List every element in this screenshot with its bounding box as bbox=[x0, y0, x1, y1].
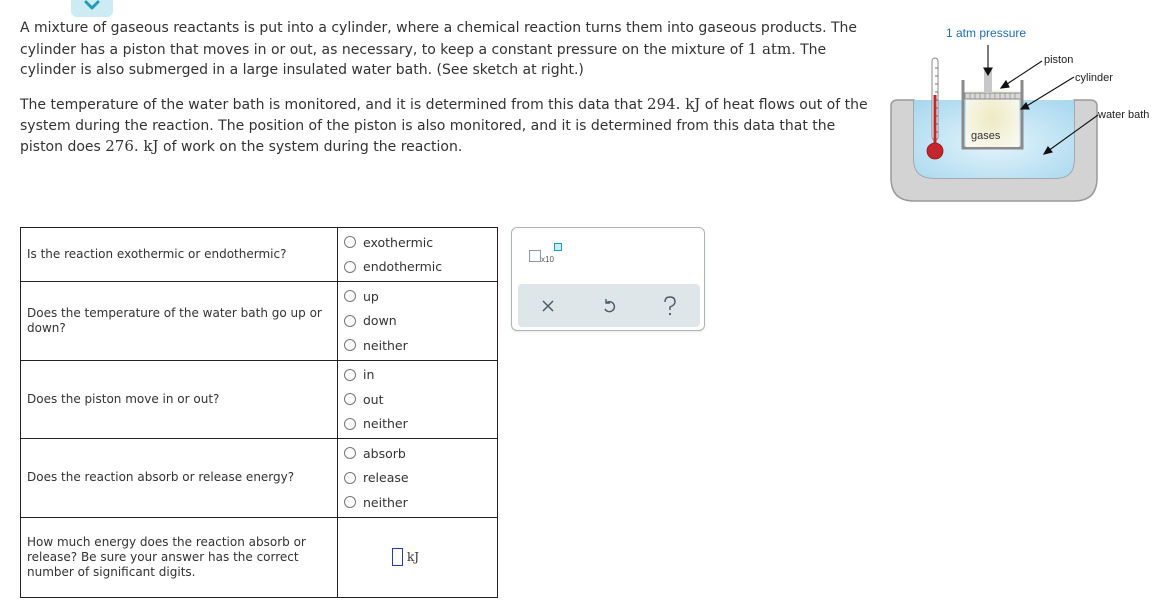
radio-button[interactable] bbox=[344, 496, 356, 509]
radio-button[interactable] bbox=[344, 290, 356, 303]
help-button[interactable] bbox=[650, 291, 690, 321]
radio-option-neither[interactable]: neither bbox=[338, 412, 497, 437]
pressure-label: 1 atm pressure bbox=[946, 26, 1027, 40]
radio-button[interactable] bbox=[344, 447, 356, 460]
question-prompt: Does the temperature of the water bath g… bbox=[20, 281, 338, 361]
piston-head bbox=[964, 92, 1022, 100]
radio-button[interactable] bbox=[344, 339, 356, 352]
answer-options: up down neither bbox=[337, 281, 498, 361]
radio-option-out[interactable]: out bbox=[338, 387, 497, 412]
radio-button[interactable] bbox=[344, 417, 356, 430]
x10-label: x10 bbox=[541, 255, 554, 264]
water-bath-label: water bath bbox=[1098, 109, 1150, 121]
radio-option-exothermic[interactable]: exothermic bbox=[338, 230, 497, 255]
problem-paragraph-2: The temperature of the water bath is mon… bbox=[20, 94, 880, 158]
answer-options: in out neither bbox=[337, 359, 498, 439]
unit-label: kJ bbox=[406, 550, 420, 564]
math-value: 294. kJ bbox=[647, 95, 701, 113]
radio-button[interactable] bbox=[344, 314, 356, 327]
question-row: Does the piston move in or out? in out n… bbox=[20, 359, 498, 439]
energy-answer-input[interactable] bbox=[391, 548, 403, 566]
question-table: Is the reaction exothermic or endothermi… bbox=[20, 227, 498, 598]
text-run: The temperature of the water bath is mon… bbox=[20, 97, 648, 113]
radio-option-endothermic[interactable]: endothermic bbox=[338, 255, 497, 280]
question-prompt: Does the piston move in or out? bbox=[20, 359, 338, 439]
close-icon bbox=[542, 299, 554, 312]
radio-button[interactable] bbox=[344, 393, 356, 406]
scientific-notation-button[interactable]: x10 bbox=[529, 243, 569, 267]
question-prompt: Does the reaction absorb or release ener… bbox=[20, 438, 338, 518]
radio-option-absorb[interactable]: absorb bbox=[338, 441, 497, 466]
help-icon bbox=[663, 295, 676, 315]
question-row: Is the reaction exothermic or endothermi… bbox=[20, 227, 498, 282]
radio-option-neither[interactable]: neither bbox=[338, 490, 497, 515]
question-prompt: Is the reaction exothermic or endothermi… bbox=[20, 227, 338, 282]
answer-options: exothermic endothermic bbox=[337, 227, 498, 282]
math-value: 1 atm bbox=[747, 39, 792, 58]
radio-button[interactable] bbox=[344, 368, 356, 381]
math-value: 276. kJ bbox=[105, 137, 159, 155]
apparatus-sketch: gases 1 atm pressure piston cylinder wat… bbox=[884, 20, 1172, 210]
radio-button[interactable] bbox=[344, 471, 356, 484]
question-row: How much energy does the reaction absorb… bbox=[20, 516, 498, 598]
question-prompt: How much energy does the reaction absorb… bbox=[20, 516, 338, 598]
clear-button[interactable] bbox=[528, 291, 568, 321]
mantissa-box-icon bbox=[529, 250, 541, 262]
answer-options: absorb release neither bbox=[337, 438, 498, 518]
radio-option-down[interactable]: down bbox=[338, 309, 497, 334]
question-row: Does the temperature of the water bath g… bbox=[20, 281, 498, 361]
chevron-down-icon bbox=[84, 0, 100, 9]
question-row: Does the reaction absorb or release ener… bbox=[20, 438, 498, 518]
cylinder-label: cylinder bbox=[1075, 72, 1113, 84]
undo-button[interactable] bbox=[589, 291, 629, 321]
radio-option-in[interactable]: in bbox=[338, 363, 497, 388]
exponent-box-icon bbox=[554, 243, 562, 251]
tool-bar bbox=[518, 284, 700, 327]
problem-paragraph-1: A mixture of gaseous reactants is put in… bbox=[20, 18, 880, 81]
radio-button[interactable] bbox=[344, 260, 356, 273]
radio-option-release[interactable]: release bbox=[338, 466, 497, 491]
answer-cell: kJ bbox=[337, 516, 498, 598]
radio-option-neither[interactable]: neither bbox=[338, 333, 497, 358]
answer-tools-panel: x10 bbox=[511, 227, 705, 331]
radio-option-up[interactable]: up bbox=[338, 284, 497, 309]
undo-icon bbox=[604, 298, 616, 312]
text-run: A mixture of gaseous reactants is put in… bbox=[20, 20, 858, 58]
piston-label: piston bbox=[1044, 54, 1074, 66]
gases-label: gases bbox=[971, 130, 1001, 142]
text-run: of work on the system during the reactio… bbox=[158, 139, 463, 155]
radio-button[interactable] bbox=[344, 236, 356, 249]
collapse-toggle-button[interactable] bbox=[71, 0, 113, 17]
